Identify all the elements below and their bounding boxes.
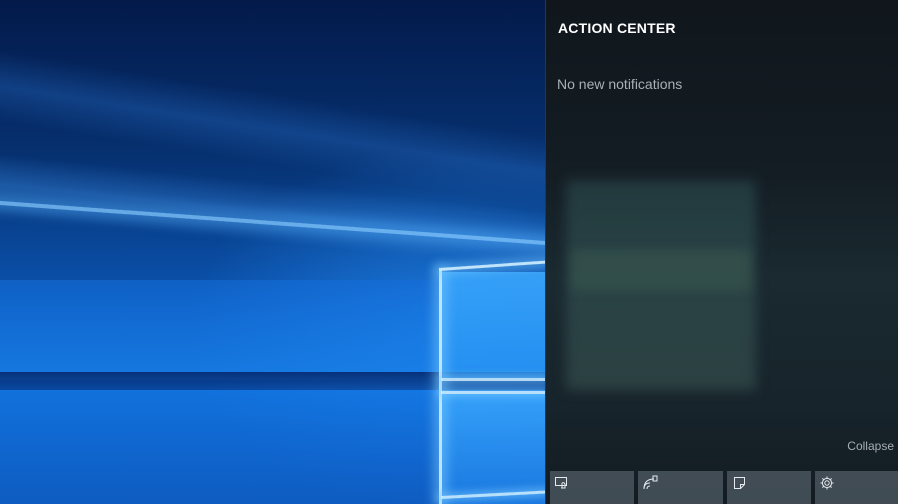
quick-action-all-settings[interactable] bbox=[814, 471, 898, 504]
action-center-panel: ACTION CENTER No new notifications Colla… bbox=[545, 0, 898, 504]
wallpaper-window-frame bbox=[441, 391, 546, 394]
quick-action-note[interactable] bbox=[726, 471, 811, 504]
no-notifications-message: No new notifications bbox=[557, 76, 683, 92]
quick-actions bbox=[550, 471, 898, 504]
action-center-title: ACTION CENTER bbox=[558, 20, 676, 36]
wallpaper-glow-pane bbox=[442, 272, 546, 378]
wallpaper-glow-pane bbox=[442, 394, 546, 504]
quick-action-tablet-mode[interactable] bbox=[550, 471, 635, 504]
connect-icon bbox=[642, 475, 658, 491]
collapse-button[interactable]: Collapse bbox=[847, 439, 894, 453]
gear-icon bbox=[819, 475, 835, 491]
wallpaper-window-frame bbox=[441, 378, 546, 381]
note-icon bbox=[731, 475, 747, 491]
quick-action-connect[interactable] bbox=[638, 471, 723, 504]
wallpaper-window-frame bbox=[439, 270, 442, 504]
tablet-mode-icon bbox=[554, 475, 570, 491]
background-blur bbox=[571, 250, 751, 290]
